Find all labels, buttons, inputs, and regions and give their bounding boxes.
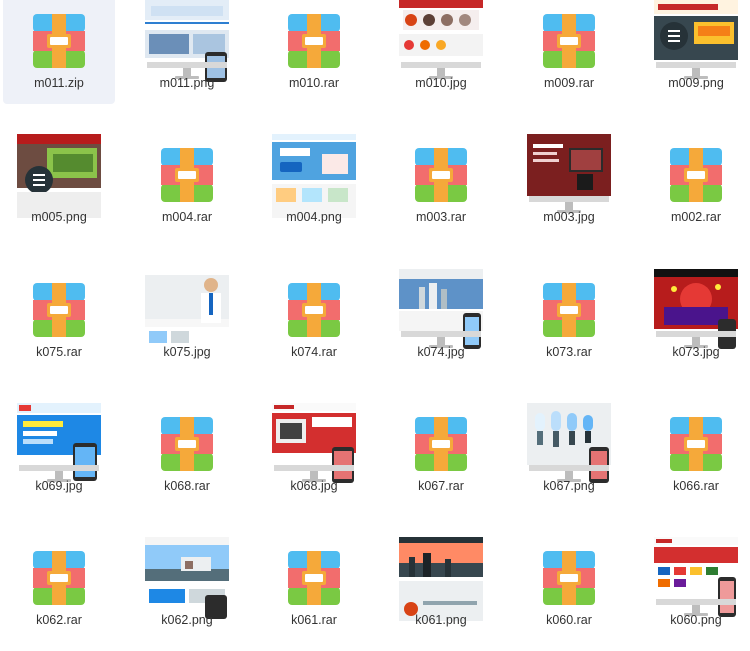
image-thumbnail — [654, 269, 738, 353]
archive-icon — [272, 0, 356, 84]
file-name-label: m011.zip — [34, 76, 84, 90]
file-name-label: m004.png — [286, 210, 342, 224]
image-thumbnail — [145, 0, 229, 84]
file-name-label: m010.rar — [288, 76, 340, 90]
file-item[interactable]: k060.png — [640, 517, 750, 641]
file-item[interactable]: k069.jpg — [3, 383, 115, 507]
file-name-label: k062.rar — [36, 613, 82, 627]
file-item[interactable]: m011.zip — [3, 0, 115, 104]
file-name-label: m004.rar — [161, 210, 213, 224]
file-name-label: k060.rar — [546, 613, 592, 627]
file-name-label: k068.rar — [164, 479, 210, 493]
file-name-label: k073.rar — [546, 345, 592, 359]
file-item[interactable]: k068.jpg — [258, 383, 370, 507]
file-item[interactable]: m005.png — [3, 114, 115, 238]
file-item[interactable]: k062.rar — [3, 517, 115, 641]
archive-icon — [272, 269, 356, 353]
image-thumbnail — [272, 403, 356, 487]
file-item[interactable]: m002.rar — [640, 114, 750, 238]
file-item[interactable]: k066.rar — [640, 383, 750, 507]
file-item[interactable]: k062.png — [131, 517, 243, 641]
file-item[interactable]: m010.rar — [258, 0, 370, 104]
file-item[interactable]: k068.rar — [131, 383, 243, 507]
file-name-label: k068.jpg — [290, 479, 338, 493]
file-name-label: k074.jpg — [417, 345, 465, 359]
image-thumbnail — [17, 403, 101, 487]
file-item[interactable]: k061.png — [385, 517, 497, 641]
image-thumbnail — [272, 134, 356, 218]
image-thumbnail — [145, 269, 229, 353]
file-name-label: m009.rar — [543, 76, 595, 90]
image-thumbnail — [399, 269, 483, 353]
archive-icon — [527, 269, 611, 353]
archive-icon — [527, 537, 611, 621]
file-name-label: m005.png — [31, 210, 87, 224]
archive-icon — [145, 403, 229, 487]
archive-icon — [17, 269, 101, 353]
archive-icon — [17, 0, 101, 84]
file-name-label: k075.rar — [36, 345, 82, 359]
file-name-label: k075.jpg — [163, 345, 211, 359]
file-name-label: k060.png — [670, 613, 722, 627]
file-name-label: k062.png — [161, 613, 213, 627]
image-thumbnail — [399, 0, 483, 84]
file-name-label: k074.rar — [291, 345, 337, 359]
image-thumbnail — [145, 537, 229, 621]
image-thumbnail — [399, 537, 483, 621]
archive-icon — [399, 134, 483, 218]
file-name-label: m002.rar — [670, 210, 722, 224]
file-name-label: k061.rar — [291, 613, 337, 627]
file-item[interactable]: m003.rar — [385, 114, 497, 238]
archive-icon — [145, 134, 229, 218]
file-item[interactable]: k075.jpg — [131, 249, 243, 373]
file-item[interactable]: k074.rar — [258, 249, 370, 373]
file-item[interactable]: k074.jpg — [385, 249, 497, 373]
image-thumbnail — [17, 134, 101, 218]
file-name-label: k067.png — [543, 479, 595, 493]
file-item[interactable]: k067.rar — [385, 383, 497, 507]
file-name-label: k067.rar — [418, 479, 464, 493]
archive-icon — [527, 0, 611, 84]
file-item[interactable]: m011.png — [131, 0, 243, 104]
file-item[interactable]: k060.rar — [513, 517, 625, 641]
file-item[interactable]: m004.png — [258, 114, 370, 238]
file-item[interactable]: k073.jpg — [640, 249, 750, 373]
file-item[interactable]: k061.rar — [258, 517, 370, 641]
archive-icon — [654, 134, 738, 218]
file-item[interactable]: k075.rar — [3, 249, 115, 373]
image-thumbnail — [527, 134, 611, 218]
file-item[interactable]: k067.png — [513, 383, 625, 507]
file-item[interactable]: m009.png — [640, 0, 750, 104]
file-name-label: m003.rar — [415, 210, 467, 224]
file-name-label: m010.jpg — [415, 76, 467, 90]
file-name-label: k073.jpg — [672, 345, 720, 359]
image-thumbnail — [654, 537, 738, 621]
file-item[interactable]: m004.rar — [131, 114, 243, 238]
file-name-label: k066.rar — [673, 479, 719, 493]
image-thumbnail — [654, 0, 738, 84]
file-name-label: k061.png — [415, 613, 467, 627]
file-name-label: m009.png — [668, 76, 724, 90]
file-item[interactable]: m003.jpg — [513, 114, 625, 238]
file-name-label: k069.jpg — [35, 479, 83, 493]
archive-icon — [272, 537, 356, 621]
file-grid: m011.zip m011.png m010.rar m010.jpg m009… — [0, 0, 750, 651]
file-item[interactable]: k073.rar — [513, 249, 625, 373]
archive-icon — [17, 537, 101, 621]
file-name-label: m003.jpg — [543, 210, 595, 224]
file-item[interactable]: m010.jpg — [385, 0, 497, 104]
image-thumbnail — [527, 403, 611, 487]
file-name-label: m011.png — [159, 76, 215, 90]
file-item[interactable]: m009.rar — [513, 0, 625, 104]
archive-icon — [654, 403, 738, 487]
archive-icon — [399, 403, 483, 487]
